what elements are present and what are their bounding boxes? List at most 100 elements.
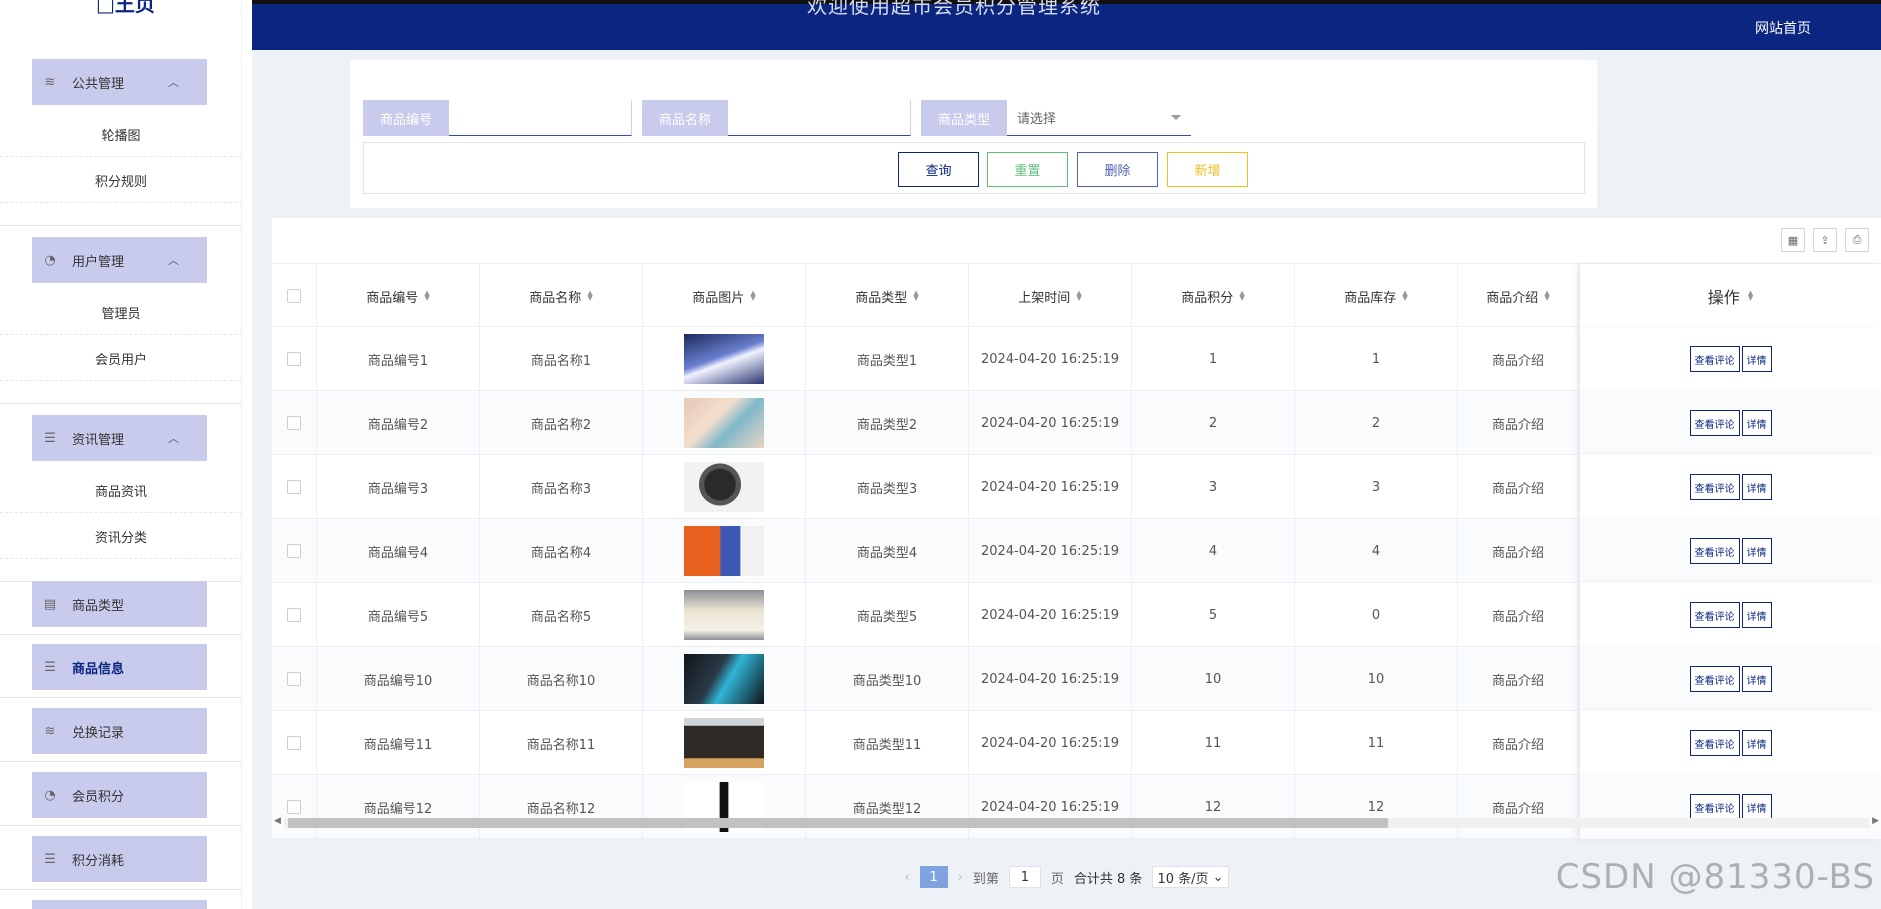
sort-icon[interactable]: ▲ ▼ — [1239, 290, 1244, 302]
code-input[interactable] — [449, 100, 632, 136]
sidebar-item-more[interactable] — [32, 900, 207, 909]
sort-icon[interactable]: ▲ ▼ — [913, 290, 918, 302]
goto-input[interactable]: 1 — [1008, 866, 1041, 888]
detail-button[interactable]: 详情 — [1741, 538, 1772, 564]
column-header[interactable]: 商品类型 ▲ ▼ — [806, 264, 969, 328]
detail-button[interactable]: 详情 — [1741, 666, 1772, 692]
column-header[interactable]: 商品图片 ▲ ▼ — [643, 264, 806, 328]
row-checkbox[interactable] — [287, 736, 301, 750]
table-row[interactable]: 商品编号11 商品名称11 商品类型11 2024-04-20 16:25:19 11 1… — [272, 711, 1881, 775]
detail-button[interactable]: 详情 — [1741, 410, 1772, 436]
table-row[interactable]: 商品编号5 商品名称5 商品类型5 2024-04-20 16:25:19 5 0 商品介绍… — [272, 583, 1881, 647]
sort-icon[interactable]: ▲ ▼ — [424, 290, 429, 302]
sort-icon[interactable]: ▲ ▼ — [1748, 290, 1753, 302]
delete-button[interactable]: 删除 — [1077, 152, 1158, 187]
cell-actions: 查看评论 详情 — [1579, 711, 1881, 775]
table-row[interactable]: 商品编号10 商品名称10 商品类型10 2024-04-20 16:25:19 10 1… — [272, 647, 1881, 711]
menu-group-1[interactable]: ◔ 用户管理 ︿ — [32, 237, 207, 283]
cell-code: 商品编号10 — [317, 647, 480, 711]
detail-button[interactable]: 详情 — [1741, 346, 1772, 372]
home-link[interactable]: 网站首页 — [1755, 18, 1811, 38]
column-header[interactable]: 商品积分 ▲ ▼ — [1132, 264, 1295, 328]
cell-intro: 商品介绍 — [1458, 647, 1579, 711]
column-header[interactable]: 上架时间 ▲ ▼ — [969, 264, 1132, 328]
cell-intro: 商品介绍 — [1458, 455, 1579, 519]
product-image[interactable] — [684, 590, 764, 640]
product-image[interactable] — [684, 718, 764, 768]
sidebar-item[interactable]: 会员用户 — [0, 335, 242, 381]
sort-icon[interactable]: ▲ ▼ — [1402, 290, 1407, 302]
horizontal-scrollbar[interactable]: ◀ ▶ — [272, 814, 1881, 830]
column-header[interactable]: 商品库存 ▲ ▼ — [1295, 264, 1458, 328]
cell-code: 商品编号3 — [317, 455, 480, 519]
menu-group-2[interactable]: ☰ 资讯管理 ︿ — [32, 415, 207, 461]
column-header[interactable]: 商品介绍 ▲ ▼ — [1458, 264, 1579, 328]
product-image[interactable] — [684, 334, 764, 384]
view-comments-button[interactable]: 查看评论 — [1689, 602, 1740, 628]
sidebar-item-0[interactable]: ▤ 商品类型 — [32, 581, 207, 627]
product-image[interactable] — [684, 654, 764, 704]
product-image[interactable] — [684, 398, 764, 448]
sidebar-item[interactable]: 积分规则 — [0, 157, 242, 203]
scroll-right-icon[interactable]: ▶ — [1872, 816, 1879, 826]
view-comments-button[interactable]: 查看评论 — [1689, 666, 1740, 692]
cell-intro: 商品介绍 — [1458, 519, 1579, 583]
view-comments-button[interactable]: 查看评论 — [1689, 346, 1740, 372]
detail-button[interactable]: 详情 — [1741, 474, 1772, 500]
sidebar-item[interactable]: 资讯分类 — [0, 513, 242, 559]
view-comments-button[interactable]: 查看评论 — [1689, 730, 1740, 756]
sort-icon[interactable]: ▲ ▼ — [1544, 290, 1549, 302]
product-image[interactable] — [684, 526, 764, 576]
row-checkbox[interactable] — [287, 544, 301, 558]
sort-icon[interactable]: ▲ ▼ — [750, 290, 755, 302]
scrollbar-thumb[interactable] — [288, 818, 1388, 828]
current-page[interactable]: 1 — [919, 866, 948, 888]
view-comments-button[interactable]: 查看评论 — [1689, 410, 1740, 436]
column-header[interactable]: 商品编号 ▲ ▼ — [317, 264, 480, 328]
row-checkbox[interactable] — [287, 672, 301, 686]
add-button[interactable]: 新增 — [1167, 152, 1248, 187]
table-row[interactable]: 商品编号2 商品名称2 商品类型2 2024-04-20 16:25:19 2 2 商品介绍… — [272, 391, 1881, 455]
export-icon[interactable]: ⇪ — [1813, 228, 1837, 252]
product-image[interactable] — [684, 462, 764, 512]
sidebar-item-1[interactable]: ☰ 商品信息 — [32, 644, 207, 690]
select-all-checkbox[interactable] — [287, 289, 301, 303]
row-checkbox[interactable] — [287, 800, 301, 814]
reset-button[interactable]: 重置 — [987, 152, 1068, 187]
type-select[interactable]: 请选择 — [1007, 100, 1191, 136]
row-checkbox[interactable] — [287, 416, 301, 430]
name-input[interactable] — [728, 100, 911, 136]
sidebar-item[interactable]: 轮播图 — [0, 111, 242, 157]
sidebar-item-2[interactable]: ≋ 兑换记录 — [32, 708, 207, 754]
sidebar-item-3[interactable]: ◔ 会员积分 — [32, 772, 207, 818]
menu-group-0[interactable]: ≋ 公共管理 ︿ — [32, 59, 207, 105]
columns-icon[interactable]: ▦ — [1781, 228, 1805, 252]
row-checkbox[interactable] — [287, 352, 301, 366]
row-select-cell — [272, 327, 317, 391]
scroll-left-icon[interactable]: ◀ — [274, 816, 281, 826]
sort-icon[interactable]: ▲ ▼ — [587, 290, 592, 302]
table-row[interactable]: 商品编号1 商品名称1 商品类型1 2024-04-20 16:25:19 1 1 商品介绍… — [272, 327, 1881, 391]
detail-button[interactable]: 详情 — [1741, 730, 1772, 756]
next-page-icon[interactable]: › — [958, 870, 963, 885]
sidebar-item[interactable]: 商品资讯 — [0, 467, 242, 513]
table-row[interactable]: 商品编号4 商品名称4 商品类型4 2024-04-20 16:25:19 4 4 商品介绍… — [272, 519, 1881, 583]
print-icon[interactable]: ⎙ — [1845, 228, 1869, 252]
sidebar-item[interactable]: 管理员 — [0, 289, 242, 335]
sort-icon[interactable]: ▲ ▼ — [1076, 290, 1081, 302]
column-header-actions[interactable]: 操作 ▲ ▼ — [1579, 264, 1881, 328]
sidebar-item-4[interactable]: ☰ 积分消耗 — [32, 836, 207, 882]
column-header-label: 商品类型 — [855, 290, 908, 306]
detail-button[interactable]: 详情 — [1741, 602, 1772, 628]
row-checkbox[interactable] — [287, 480, 301, 494]
page-size-value: 10 条/页 — [1157, 871, 1209, 887]
total-count: 合计共 8 条 — [1073, 871, 1143, 887]
column-header[interactable]: 商品名称 ▲ ▼ — [480, 264, 643, 328]
row-checkbox[interactable] — [287, 608, 301, 622]
query-button[interactable]: 查询 — [898, 152, 979, 187]
prev-page-icon[interactable]: ‹ — [904, 870, 909, 885]
page-size-select[interactable]: 10 条/页 ⌄ — [1152, 866, 1229, 888]
view-comments-button[interactable]: 查看评论 — [1689, 474, 1740, 500]
view-comments-button[interactable]: 查看评论 — [1689, 538, 1740, 564]
cell-time: 2024-04-20 16:25:19 — [969, 455, 1132, 519]
